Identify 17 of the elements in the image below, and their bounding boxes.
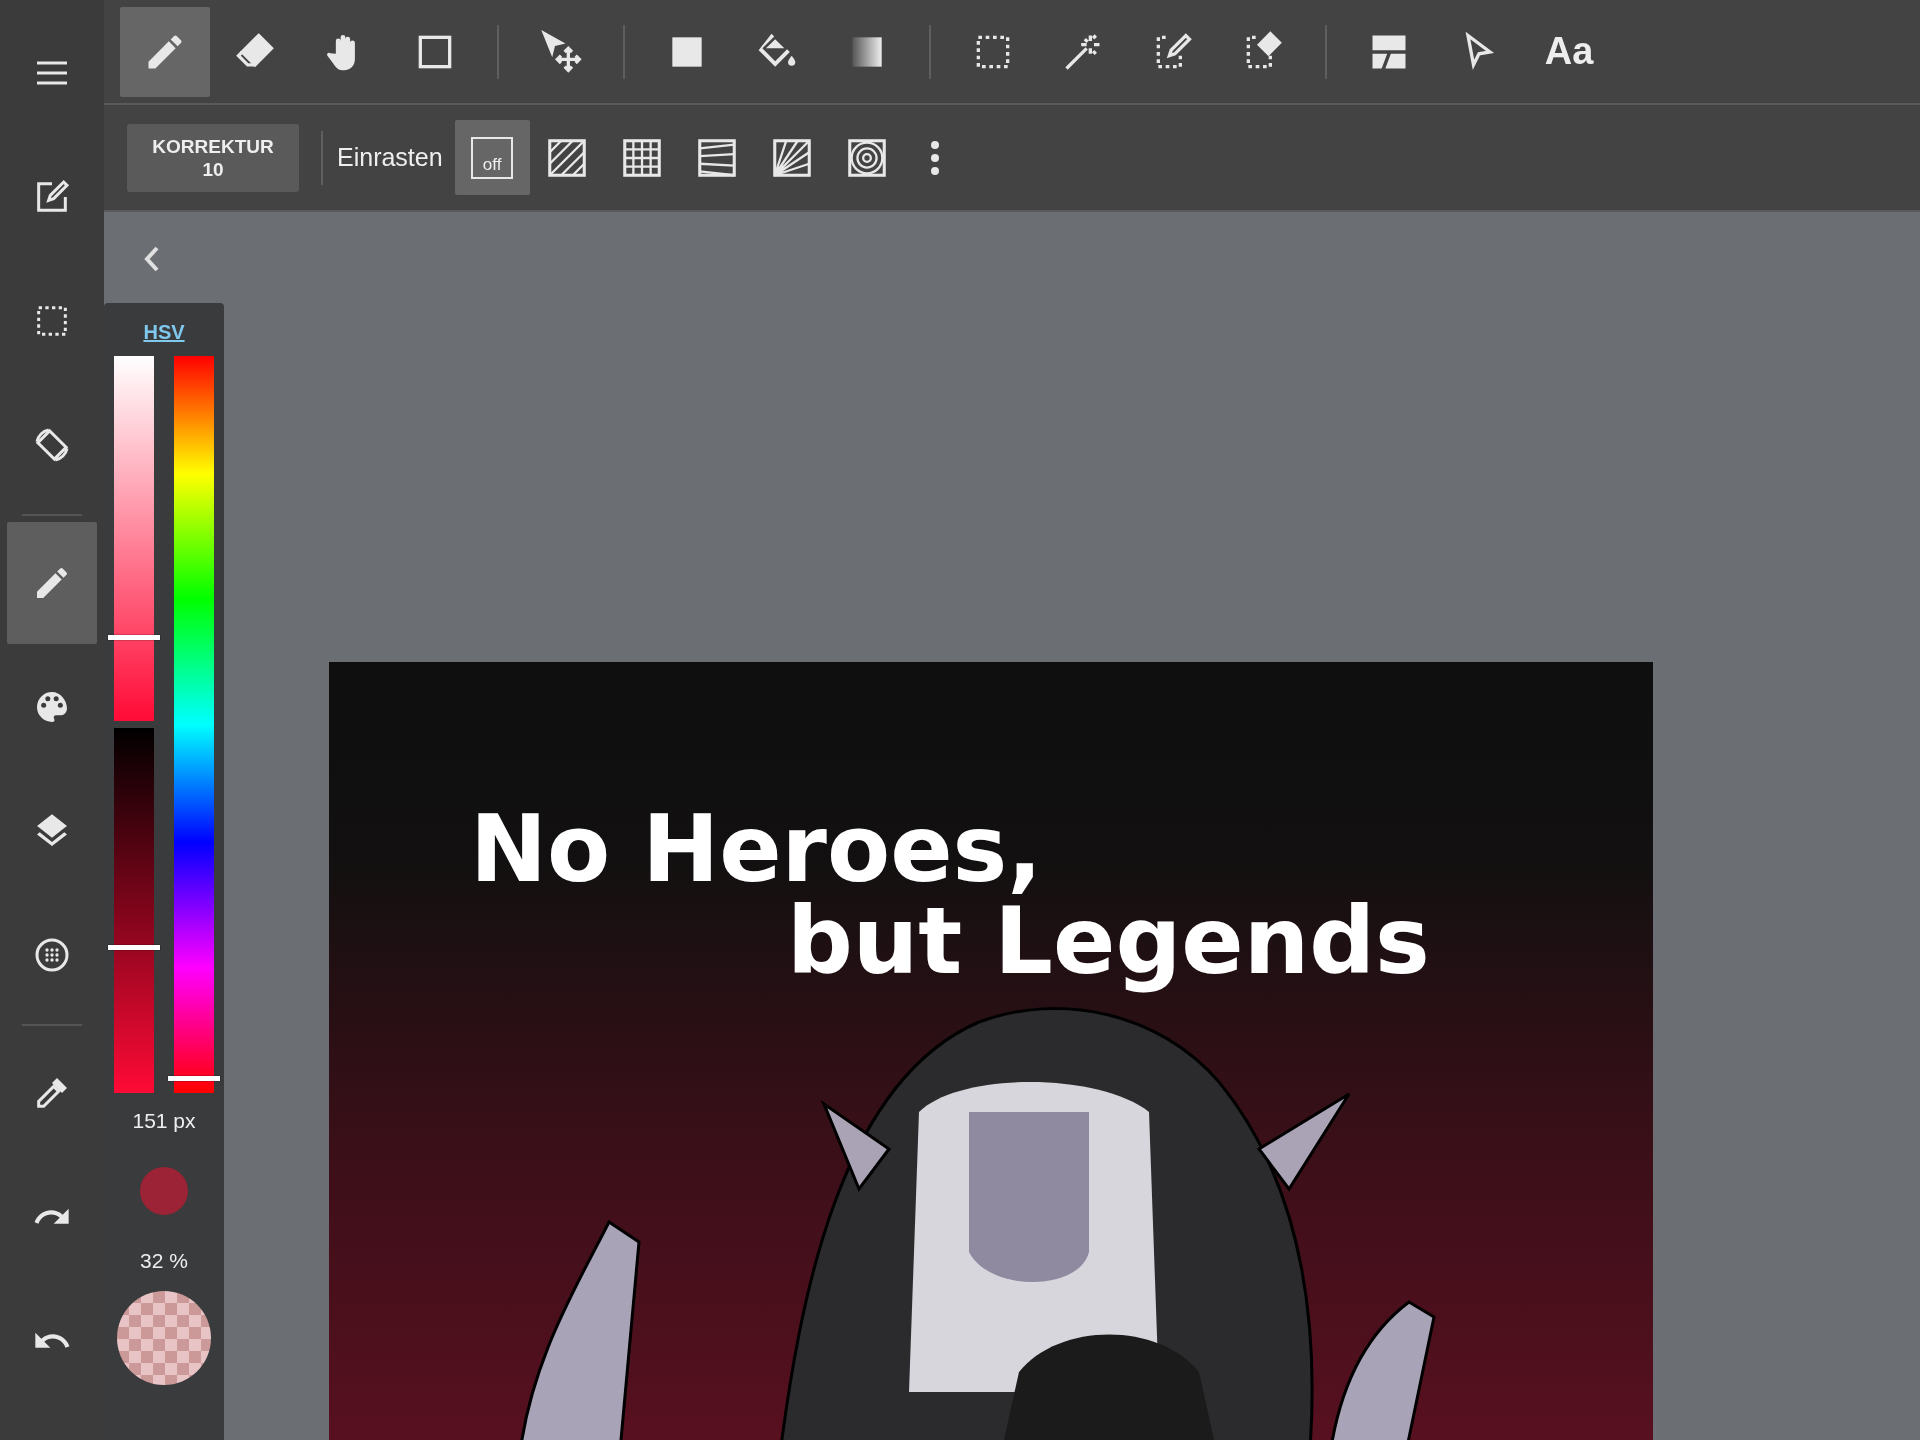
color-mode-tab[interactable]: HSV (143, 321, 185, 344)
slider-thumb[interactable] (108, 945, 160, 950)
brush-size-label: 151 px (132, 1109, 196, 1133)
correction-value: 10 (202, 157, 224, 181)
text-tool-button[interactable]: Aa (1524, 6, 1614, 97)
correction-label: KORREKTUR (152, 134, 274, 158)
correction-button[interactable]: KORREKTUR 10 (127, 123, 299, 192)
snap-off-snap-button[interactable]: off (454, 120, 530, 195)
pencil-tool-button[interactable] (7, 522, 97, 644)
slider-thumb[interactable] (108, 635, 160, 641)
snap-label: Einrasten (337, 143, 443, 172)
current-color-swatch[interactable] (140, 1167, 188, 1215)
snap-off-icon: off (471, 136, 514, 179)
move-icon (539, 29, 583, 74)
opacity-label: 32 % (140, 1249, 188, 1273)
slider-thumb[interactable] (168, 1076, 220, 1082)
pencil-tool-button[interactable] (120, 6, 210, 97)
